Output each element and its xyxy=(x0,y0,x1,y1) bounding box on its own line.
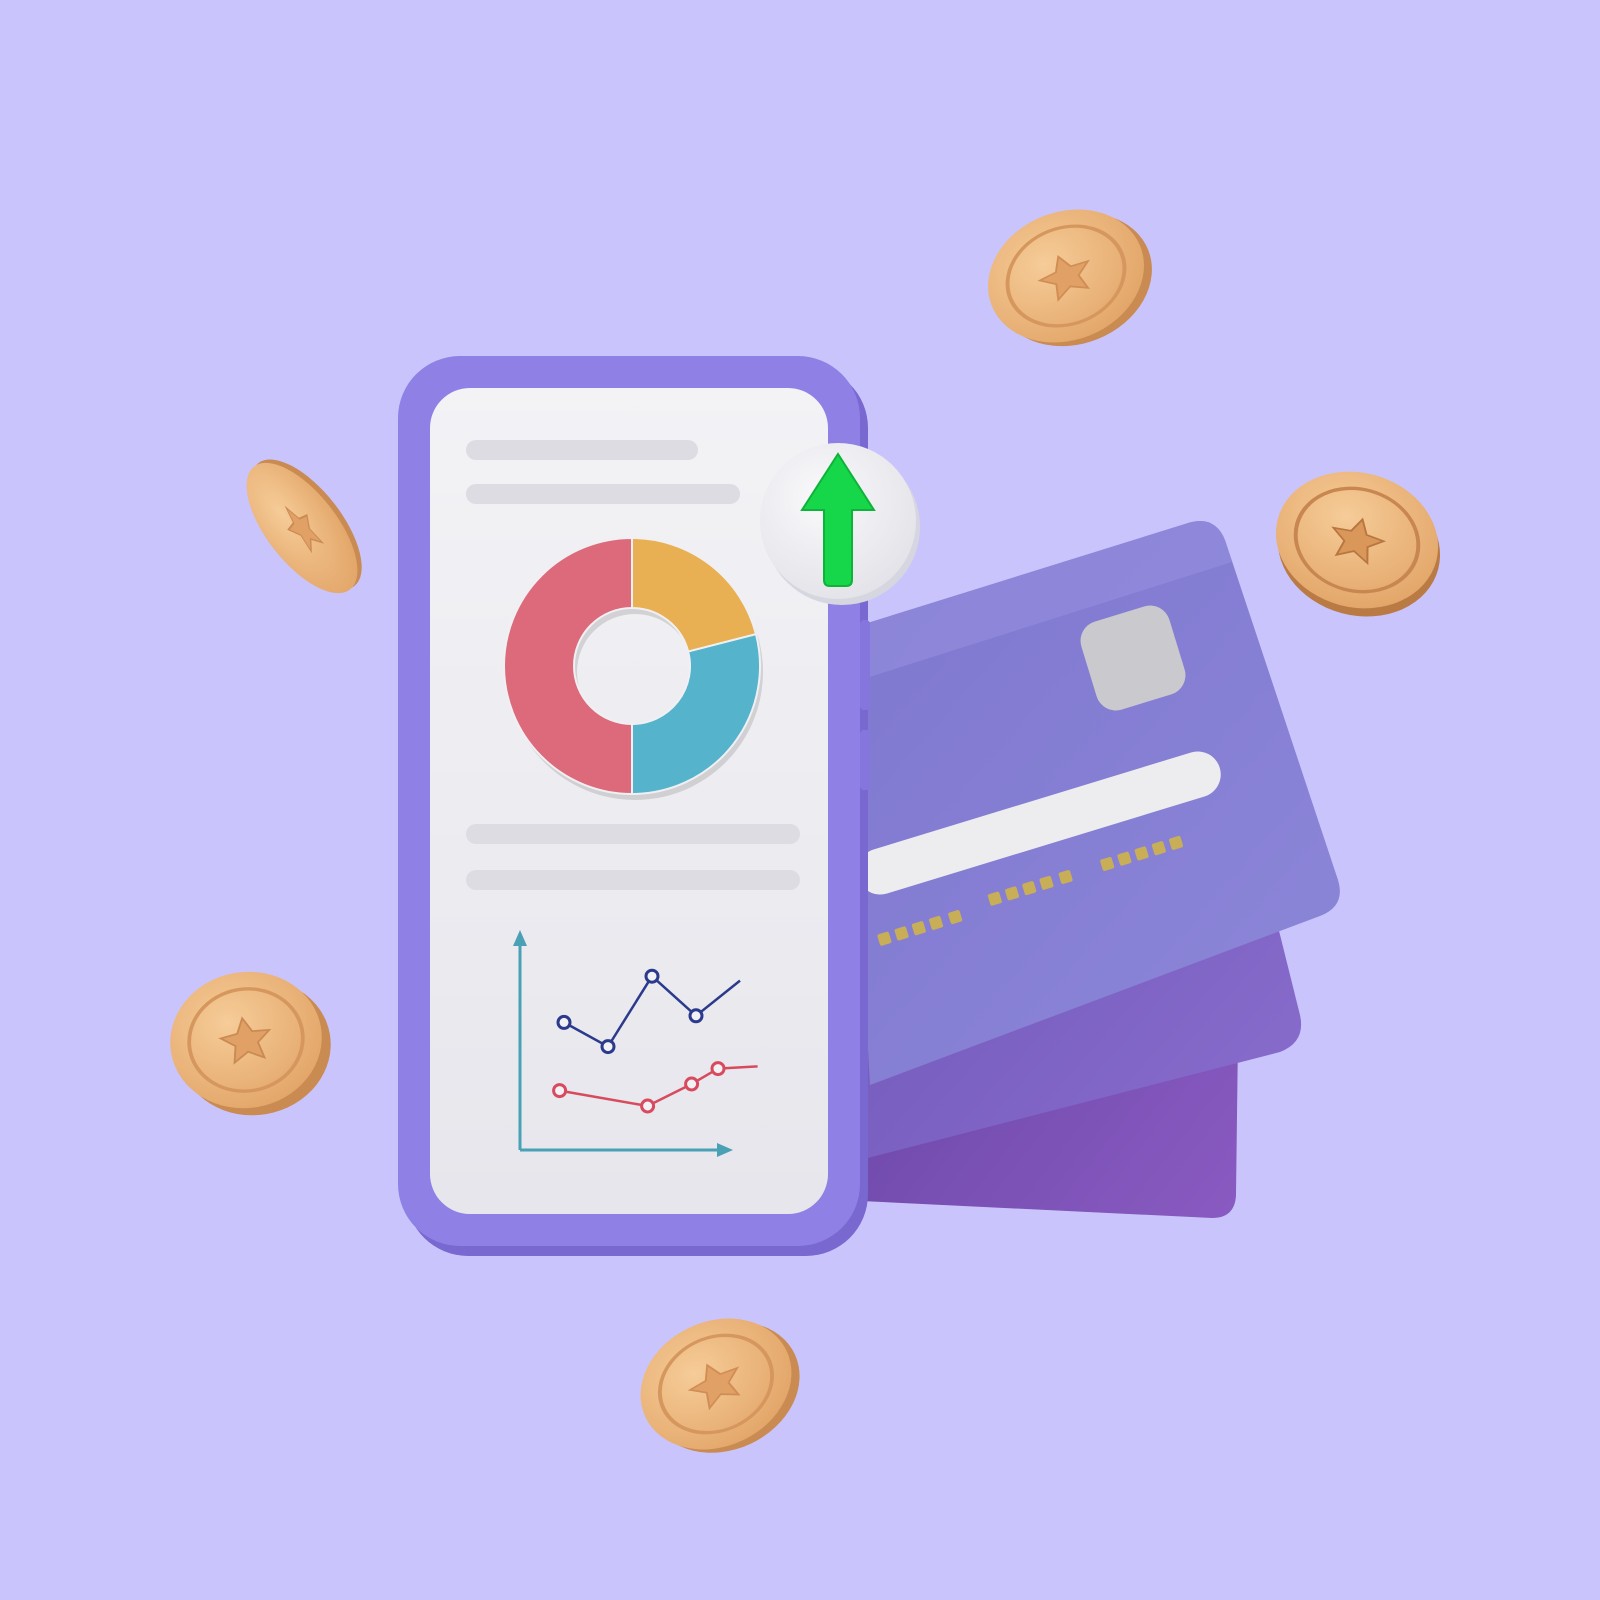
series-1-point-2 xyxy=(684,1076,700,1092)
series-0-point-0 xyxy=(556,1014,572,1030)
placeholder-line xyxy=(466,824,800,844)
series-1-point-0 xyxy=(552,1083,568,1099)
series-1-point-1 xyxy=(640,1098,656,1114)
phone-side-button xyxy=(860,620,870,710)
illustration-canvas xyxy=(0,0,1600,1600)
series-0-point-1 xyxy=(600,1039,616,1055)
series-0-point-2 xyxy=(644,968,660,984)
placeholder-line xyxy=(466,484,740,504)
phone-side-button xyxy=(860,730,870,790)
series-0-point-3 xyxy=(688,1008,704,1024)
series-1-point-3 xyxy=(710,1061,726,1077)
finance-illustration xyxy=(0,0,1600,1600)
placeholder-line xyxy=(466,440,698,460)
placeholder-line xyxy=(466,870,800,890)
